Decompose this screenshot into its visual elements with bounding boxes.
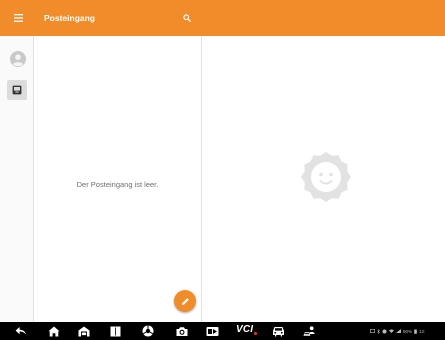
message-detail-pane — [202, 36, 445, 322]
vehicle-button[interactable] — [272, 325, 285, 337]
sync-icon — [382, 329, 387, 333]
sun-face-logo — [301, 152, 351, 202]
account-avatar[interactable] — [10, 51, 26, 67]
screen-record-icon — [206, 326, 219, 336]
home-icon — [48, 326, 59, 336]
message-list-pane: Der Posteingang ist leer. — [34, 36, 202, 322]
account-avatar-icon — [10, 51, 26, 67]
vci-status-dot — [254, 332, 258, 335]
status-bar: 90% 12: — [370, 327, 425, 335]
diagnostic-user-button[interactable] — [303, 325, 316, 337]
clock: 12: — [419, 328, 426, 334]
system-navigation-bar: VCI 90% 12: — [0, 322, 445, 340]
compose-button[interactable] — [174, 290, 196, 312]
vci-button[interactable]: VCI — [236, 324, 258, 335]
garage-icon — [78, 326, 89, 336]
camera-icon — [176, 326, 187, 336]
bluetooth-icon — [377, 328, 380, 334]
car-icon — [273, 326, 284, 336]
screenshot-button[interactable] — [175, 325, 188, 337]
battery-icon — [414, 329, 417, 334]
recent-apps-icon — [110, 326, 121, 336]
account-rail — [0, 36, 34, 322]
back-button[interactable] — [14, 325, 27, 337]
app-toolbar: Posteingang — [0, 0, 445, 36]
search-icon — [183, 14, 191, 22]
browser-icon — [142, 325, 153, 337]
back-arrow-icon — [15, 327, 26, 335]
inbox-icon — [12, 85, 22, 95]
page-title: Posteingang — [44, 13, 96, 23]
battery-percentage: 90% — [403, 328, 413, 334]
garage-button[interactable] — [77, 325, 90, 337]
browser-button[interactable] — [141, 325, 154, 337]
inbox-folder-button[interactable] — [7, 80, 27, 100]
notification-icon — [370, 329, 375, 333]
pencil-compose-icon — [181, 297, 189, 305]
home-button[interactable] — [47, 325, 60, 337]
signal-icon — [396, 329, 401, 333]
screen-record-button[interactable] — [206, 325, 219, 337]
hamburger-menu-icon — [13, 14, 23, 22]
vci-label: VCI — [236, 324, 254, 335]
empty-inbox-message: Der Posteingang ist leer. — [76, 180, 159, 189]
search-button[interactable] — [177, 8, 197, 28]
recent-apps-button[interactable] — [109, 325, 122, 337]
diagnostic-user-icon — [303, 326, 315, 336]
menu-button[interactable] — [8, 8, 28, 28]
wifi-icon — [389, 329, 394, 333]
